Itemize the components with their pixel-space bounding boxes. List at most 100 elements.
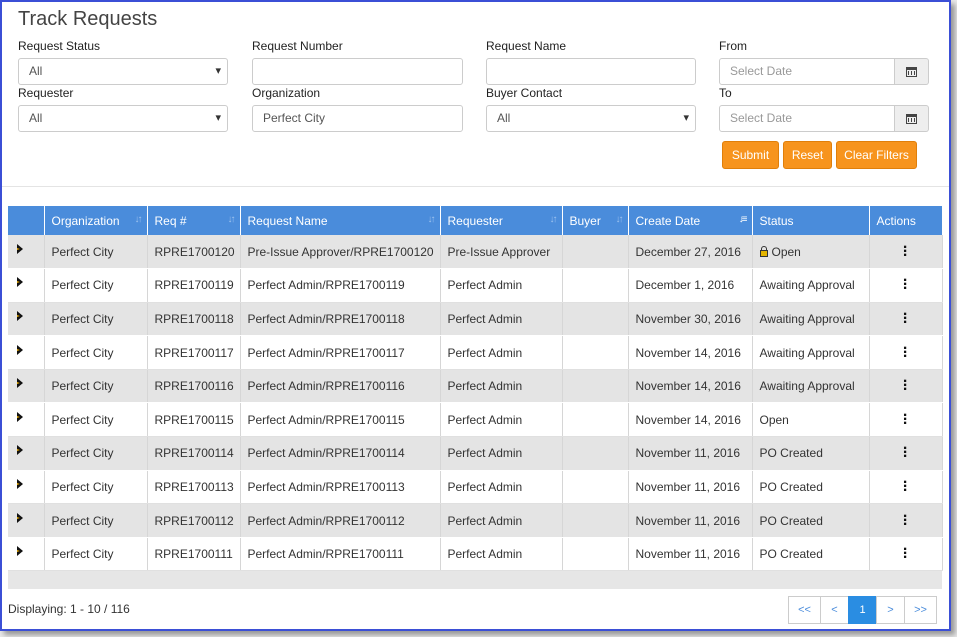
table-row[interactable]: Perfect City RPRE1700115 Perfect Admin/RPR… — [8, 402, 943, 438]
expand-arrow-icon[interactable] — [17, 243, 23, 254]
table-row[interactable]: Perfect City RPRE1700116 Perfect Admin/RPR… — [8, 369, 943, 404]
requester-cell: Perfect Admin — [440, 302, 563, 337]
expand-cell[interactable] — [8, 503, 45, 538]
expand-arrow-icon[interactable] — [17, 277, 23, 288]
req-number-cell[interactable]: RPRE1700119 — [147, 268, 241, 303]
next-page-button[interactable]: > — [876, 596, 905, 624]
previous-page-button[interactable]: < — [820, 596, 849, 624]
req-number-cell[interactable]: RPRE1700114 — [147, 436, 241, 471]
table-row[interactable]: Perfect City RPRE1700112 Perfect Admin/RPR… — [8, 503, 943, 538]
expand-arrow-icon[interactable] — [17, 378, 23, 389]
organization-cell: Perfect City — [44, 235, 148, 270]
buyer-contact-select[interactable]: All — [486, 105, 696, 132]
expand-cell[interactable] — [8, 402, 45, 438]
expand-cell[interactable] — [8, 335, 45, 370]
from-date-field[interactable] — [730, 59, 884, 83]
req-number-cell[interactable]: RPRE1700116 — [147, 369, 241, 404]
actions-menu-button[interactable]: · · · — [869, 235, 943, 270]
table-row[interactable]: Perfect City RPRE1700111 Perfect Admin/RPR… — [8, 537, 943, 572]
page-1-button[interactable]: 1 — [848, 596, 877, 624]
column-header-request-name[interactable]: Request Name ↓↑ — [240, 206, 441, 235]
request-name-cell: Perfect Admin/RPRE1700119 — [240, 268, 441, 303]
expand-cell[interactable] — [8, 470, 45, 505]
req-number-cell[interactable]: RPRE1700112 — [147, 503, 241, 538]
requester-cell: Perfect Admin — [440, 335, 563, 370]
requester-cell: Perfect Admin — [440, 369, 563, 404]
last-page-button[interactable]: >> — [904, 596, 937, 624]
actions-menu-button[interactable]: · · · — [869, 537, 943, 572]
request-name-cell: Pre-Issue Approver/RPRE1700120 — [240, 235, 441, 270]
expand-arrow-icon[interactable] — [17, 310, 23, 321]
request-number-input[interactable] — [252, 58, 463, 85]
buyer-contact-value: All — [497, 111, 511, 125]
organization-field[interactable] — [263, 106, 452, 130]
actions-menu-button[interactable]: · · · — [869, 436, 943, 471]
column-label: Request Name — [247, 213, 328, 228]
to-calendar-button[interactable] — [895, 105, 929, 132]
to-date-picker[interactable] — [719, 105, 929, 132]
req-number-cell[interactable]: RPRE1700117 — [147, 335, 241, 370]
page-title: Track Requests — [18, 8, 158, 30]
from-calendar-button[interactable] — [895, 58, 929, 85]
actions-menu-button[interactable]: · · · — [869, 503, 943, 538]
divider — [2, 186, 949, 187]
actions-menu-button[interactable]: · · · — [869, 302, 943, 337]
expand-arrow-icon[interactable] — [17, 445, 23, 456]
to-date-input[interactable] — [719, 105, 895, 132]
kebab-menu-icon: · · · — [902, 339, 909, 365]
requester-select[interactable]: All — [18, 105, 228, 132]
request-name-field[interactable] — [497, 59, 685, 83]
request-name-input[interactable] — [486, 58, 696, 85]
column-header-requester[interactable]: Requester ↓↑ — [440, 206, 563, 235]
table-row[interactable]: Perfect City RPRE1700120 Pre-Issue Approve… — [8, 235, 943, 270]
req-number-cell[interactable]: RPRE1700120 — [147, 235, 241, 270]
expand-cell[interactable] — [8, 436, 45, 471]
requester-label: Requester — [18, 86, 74, 100]
from-date-input[interactable] — [719, 58, 895, 85]
req-number-cell[interactable]: RPRE1700115 — [147, 402, 241, 438]
status-text: PO Created — [759, 446, 823, 461]
table-row[interactable]: Perfect City RPRE1700118 Perfect Admin/RPR… — [8, 302, 943, 337]
request-number-field[interactable] — [263, 59, 452, 83]
actions-menu-button[interactable]: · · · — [869, 402, 943, 438]
expand-arrow-icon[interactable] — [17, 344, 23, 355]
create-date-cell: November 30, 2016 — [628, 302, 753, 337]
from-label: From — [719, 39, 747, 53]
table-row[interactable]: Perfect City RPRE1700114 Perfect Admin/RPR… — [8, 436, 943, 471]
column-header-create-date[interactable]: Create Date ↓≡ — [628, 206, 753, 235]
actions-menu-button[interactable]: · · · — [869, 369, 943, 404]
expand-arrow-icon[interactable] — [17, 512, 23, 523]
column-header-buyer[interactable]: Buyer ↓↑ — [562, 206, 629, 235]
expand-cell[interactable] — [8, 302, 45, 337]
expand-cell[interactable] — [8, 268, 45, 303]
calendar-icon — [906, 113, 917, 124]
actions-menu-button[interactable]: · · · — [869, 470, 943, 505]
request-status-label: Request Status — [18, 39, 101, 53]
kebab-menu-icon: · · · — [902, 238, 909, 264]
first-page-button[interactable]: << — [788, 596, 821, 624]
table-row[interactable]: Perfect City RPRE1700119 Perfect Admin/RPR… — [8, 268, 943, 303]
actions-menu-button[interactable]: · · · — [869, 335, 943, 370]
req-number-cell[interactable]: RPRE1700113 — [147, 470, 241, 505]
submit-button[interactable]: Submit — [722, 141, 779, 169]
column-header-req-number[interactable]: Req # ↓↑ — [147, 206, 241, 235]
expand-cell[interactable] — [8, 537, 45, 572]
table-row[interactable]: Perfect City RPRE1700117 Perfect Admin/RPR… — [8, 335, 943, 370]
to-date-field[interactable] — [730, 106, 884, 130]
reset-button[interactable]: Reset — [783, 141, 832, 169]
from-date-picker[interactable] — [719, 58, 929, 85]
request-number-label: Request Number — [252, 39, 343, 53]
table-row[interactable]: Perfect City RPRE1700113 Perfect Admin/RPR… — [8, 470, 943, 505]
expand-arrow-icon[interactable] — [17, 411, 23, 422]
actions-menu-button[interactable]: · · · — [869, 268, 943, 303]
req-number-cell[interactable]: RPRE1700118 — [147, 302, 241, 337]
expand-cell[interactable] — [8, 235, 45, 270]
request-status-select[interactable]: All — [18, 58, 228, 85]
req-number-cell[interactable]: RPRE1700111 — [147, 537, 241, 572]
column-header-organization[interactable]: Organization ↓↑ — [44, 206, 148, 235]
clear-filters-button[interactable]: Clear Filters — [836, 141, 917, 169]
expand-arrow-icon[interactable] — [17, 546, 23, 557]
expand-arrow-icon[interactable] — [17, 478, 23, 489]
organization-input[interactable] — [252, 105, 463, 132]
expand-cell[interactable] — [8, 369, 45, 404]
